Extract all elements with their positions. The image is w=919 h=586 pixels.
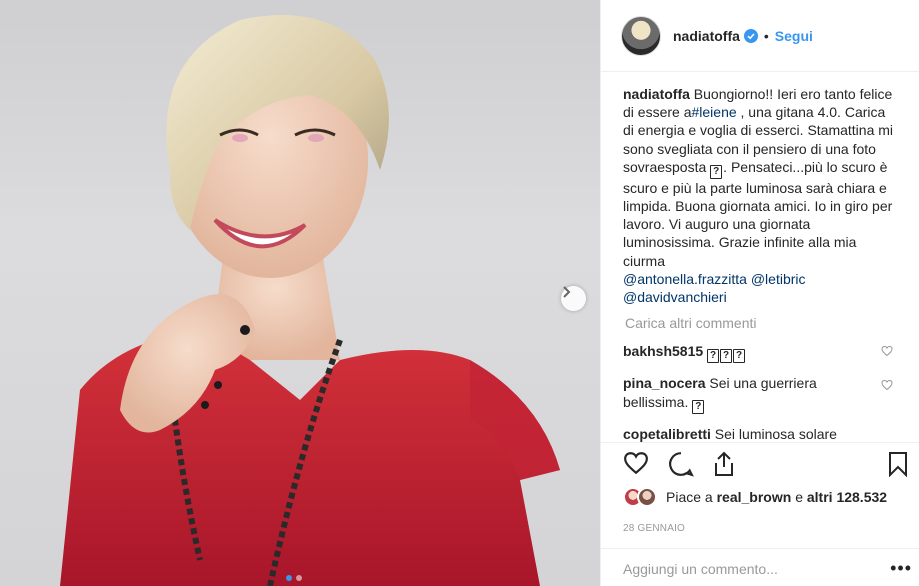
emoji-placeholder: ? — [707, 349, 720, 364]
share-icon[interactable] — [712, 451, 736, 477]
verified-badge-icon — [743, 28, 758, 43]
mention-link[interactable]: @letibric — [751, 271, 806, 287]
action-bar — [601, 442, 919, 487]
username-link[interactable]: nadiatoffa — [673, 28, 740, 44]
likes-conjunction: e — [795, 489, 803, 505]
carousel-dot-active — [286, 575, 292, 581]
chevron-right-icon — [563, 286, 571, 298]
comment-username[interactable]: bakhsh5815 — [623, 343, 703, 359]
emoji-placeholder: ? — [692, 399, 705, 414]
mention-link[interactable]: @antonella.frazzitta — [623, 271, 747, 287]
likes-user-link[interactable]: real_brown — [717, 489, 792, 505]
likes-text: Piace a real_brown e altri 128.532 — [666, 489, 887, 505]
carousel-dot — [296, 575, 302, 581]
liker-avatar[interactable] — [637, 487, 657, 507]
load-more-comments-button[interactable]: Carica altri commenti — [625, 315, 900, 331]
post-caption: nadiatoffa Buongiorno!! Ieri ero tanto f… — [623, 86, 894, 306]
comment-username[interactable]: pina_nocera — [623, 375, 705, 391]
comment-username[interactable]: copetalibretti — [623, 426, 711, 442]
emoji-placeholder: ? — [710, 164, 723, 179]
emoji-placeholder: ? — [733, 349, 746, 364]
portrait-image — [60, 15, 560, 586]
carousel-indicator — [286, 575, 302, 581]
post-header: nadiatoffa • Segui — [601, 0, 919, 72]
post-panel: nadiatoffa • Segui nadiatoffa Buongiorno… — [600, 0, 919, 586]
comment-item: bakhsh5815 ??? — [623, 342, 900, 364]
caption-line: Buongiorno!! Ieri ero tanto — [693, 86, 856, 102]
caption-username[interactable]: nadiatoffa — [623, 86, 690, 102]
comment-item: pina_nocera Sei una guerriera bellissima… — [623, 374, 900, 414]
post-date[interactable]: 28 GENNAIO — [623, 523, 685, 534]
heart-icon[interactable] — [623, 451, 649, 475]
add-comment-box: ••• — [601, 548, 919, 586]
likes-count-link[interactable]: altri 128.532 — [807, 489, 887, 505]
caption-line: , una gitana 4.0. — [736, 104, 841, 121]
comment-like-icon[interactable] — [881, 379, 893, 391]
follow-button[interactable]: Segui — [775, 28, 813, 44]
more-options-icon[interactable]: ••• — [890, 558, 912, 579]
comment-input[interactable] — [623, 561, 893, 577]
bookmark-icon[interactable] — [888, 451, 908, 477]
emoji-placeholder: ? — [720, 349, 733, 364]
comments-section[interactable]: nadiatoffa Buongiorno!! Ieri ero tanto f… — [601, 73, 919, 442]
hashtag-link[interactable]: #leiene — [691, 104, 736, 120]
comment-icon[interactable] — [668, 451, 694, 477]
next-slide-button[interactable] — [561, 286, 586, 311]
mention-link[interactable]: @davidvanchieri — [623, 289, 727, 305]
comment-item: copetalibretti Sei luminosa solare alleg… — [623, 425, 900, 442]
post-photo[interactable] — [0, 0, 600, 586]
comment-like-icon[interactable] — [881, 345, 893, 357]
separator-dot: • — [763, 27, 769, 44]
likes-summary: Piace a real_brown e altri 128.532 — [623, 487, 887, 507]
likes-prefix: Piace a — [666, 489, 713, 505]
avatar[interactable] — [621, 15, 661, 56]
